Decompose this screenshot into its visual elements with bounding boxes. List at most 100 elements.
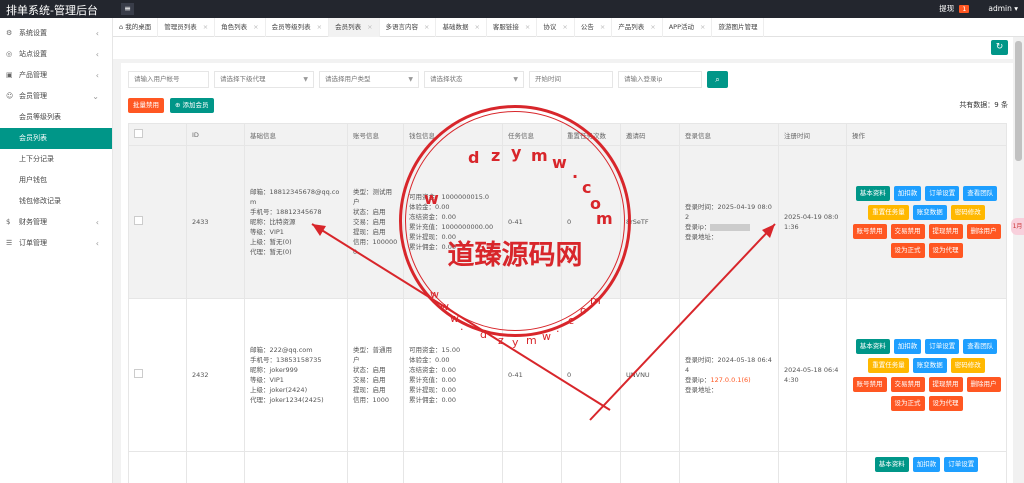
delete-user-button[interactable]: 删除用户 <box>966 224 1001 239</box>
adjust-balance-button[interactable]: 加扣款 <box>912 457 941 472</box>
tab-basic-data[interactable]: 基础数据 × <box>436 18 487 37</box>
close-icon[interactable]: × <box>367 23 372 31</box>
close-icon[interactable]: × <box>650 23 655 31</box>
seal-letter: w <box>440 300 449 313</box>
tab-app-activity[interactable]: APP活动 × <box>663 18 713 37</box>
tab-label: 角色列表 <box>221 23 248 31</box>
close-icon[interactable]: × <box>700 23 705 31</box>
change-password-button[interactable]: 密码修改 <box>950 358 985 373</box>
tab-member-list[interactable]: 会员列表 × <box>329 18 380 37</box>
order-settings-button[interactable]: 订单设置 <box>925 339 960 354</box>
basic-info-button[interactable]: 基本资料 <box>874 457 909 472</box>
sidebar-item-order[interactable]: ☰ 订单管理 ‹ <box>0 233 112 254</box>
order-settings-button[interactable]: 订单设置 <box>925 186 960 201</box>
disable-withdraw-button[interactable]: 提现禁用 <box>928 377 963 392</box>
hamburger-icon[interactable]: ≡ <box>121 3 134 15</box>
close-icon[interactable]: × <box>317 23 322 31</box>
tab-notice[interactable]: 公告 × <box>575 18 613 37</box>
credit-line: 信用：1000000 <box>353 238 398 256</box>
tab-admin-list[interactable]: 管理员列表 × <box>158 18 216 37</box>
login-ip-label: 登录ip： <box>685 223 711 231</box>
close-icon[interactable]: × <box>424 23 429 31</box>
change-password-button[interactable]: 密码修改 <box>950 205 985 220</box>
tab-desktop[interactable]: ⌂ 我的桌面 <box>113 18 159 37</box>
view-team-button[interactable]: 查看团队 <box>963 186 998 201</box>
account-changes-button[interactable]: 账变数据 <box>912 358 947 373</box>
filter-bar: 请输入用户帐号 请选择下级代理 ▼ 请选择用户类型 ▼ 请选择状态 ▼ 开始时间 请输… <box>128 71 728 88</box>
trade-line: 交易：启用 <box>353 218 386 226</box>
tab-multilang[interactable]: 多语言内容 × <box>380 18 437 37</box>
tab-travel-images[interactable]: 旅游图片管理 <box>712 18 765 37</box>
adjust-balance-button[interactable]: 加扣款 <box>893 186 922 201</box>
chevron-down-icon: ▼ <box>303 76 308 83</box>
account-input[interactable]: 请输入用户帐号 <box>128 71 209 88</box>
disable-trade-button[interactable]: 交易禁用 <box>890 224 925 239</box>
set-test-button[interactable]: 设为正式 <box>890 396 925 411</box>
login-ip-input[interactable]: 请输入登录ip <box>618 71 702 88</box>
add-member-button[interactable]: ⊕ 添加会员 <box>170 98 214 113</box>
close-icon[interactable]: × <box>562 23 567 31</box>
select-all-checkbox[interactable] <box>134 129 143 138</box>
disable-account-button[interactable]: 账号禁用 <box>852 377 887 392</box>
batch-disable-button[interactable]: 批量禁用 <box>128 98 164 113</box>
disable-account-button[interactable]: 账号禁用 <box>852 224 887 239</box>
close-icon[interactable]: × <box>253 23 258 31</box>
page-scrollbar[interactable] <box>1013 37 1024 483</box>
set-agent-button[interactable]: 设为代理 <box>928 396 963 411</box>
disable-withdraw-button[interactable]: 提现禁用 <box>928 224 963 239</box>
sidebar-sub-wallet[interactable]: 用户钱包 <box>0 170 112 191</box>
user-menu[interactable]: admin ▾ <box>988 4 1018 13</box>
side-floating-tab[interactable]: 1月 <box>1011 218 1024 235</box>
close-icon[interactable]: × <box>600 23 605 31</box>
delete-user-button[interactable]: 删除用户 <box>966 377 1001 392</box>
refresh-icon[interactable]: ↻ <box>991 40 1008 55</box>
row-checkbox[interactable] <box>134 369 143 378</box>
agent-select[interactable]: 请选择下级代理 ▼ <box>214 71 314 88</box>
tab-product-list[interactable]: 产品列表 × <box>612 18 663 37</box>
row-select-cell[interactable] <box>128 145 187 299</box>
close-icon[interactable]: × <box>474 23 479 31</box>
status-line: 状态：启用 <box>353 366 386 374</box>
nickname-line: 昵称：比特资源 <box>250 218 296 226</box>
start-time-input[interactable]: 开始时间 <box>529 71 613 88</box>
select-all-cell[interactable] <box>128 123 187 146</box>
sidebar-item-site[interactable]: ◎ 站点设置 ‹ <box>0 44 112 65</box>
sidebar-item-system[interactable]: ⚙ 系统设置 ‹ <box>0 23 112 44</box>
close-icon[interactable]: × <box>203 23 208 31</box>
account-changes-button[interactable]: 账变数据 <box>912 205 947 220</box>
set-agent-button[interactable]: 设为代理 <box>928 243 963 258</box>
login-ip-label: 登录ip： <box>685 376 711 384</box>
close-icon[interactable]: × <box>525 23 530 31</box>
status-select[interactable]: 请选择状态 ▼ <box>424 71 524 88</box>
user-type-select[interactable]: 请选择用户类型 ▼ <box>319 71 419 88</box>
basic-info-button[interactable]: 基本资料 <box>855 186 890 201</box>
basic-info-button[interactable]: 基本资料 <box>855 339 890 354</box>
order-settings-button[interactable]: 订单设置 <box>944 457 979 472</box>
reset-tasks-button[interactable]: 重置任务量 <box>868 358 909 373</box>
row-select-cell[interactable] <box>128 298 187 452</box>
sidebar-sub-score-records[interactable]: 上下分记录 <box>0 149 112 170</box>
search-button[interactable]: ⌕ <box>707 71 728 88</box>
scrollbar-thumb[interactable] <box>1015 41 1022 161</box>
sidebar-sub-member-level[interactable]: 会员等级列表 <box>0 107 112 128</box>
sidebar-sub-member-list[interactable]: 会员列表 <box>0 128 112 149</box>
view-team-button[interactable]: 查看团队 <box>963 339 998 354</box>
cash-link[interactable]: 提现 <box>939 3 954 14</box>
row-checkbox[interactable] <box>134 216 143 225</box>
account-info-cell: 类型：普通用户 状态：启用 交易：启用 提现：启用 信用：1000 <box>347 298 404 452</box>
disable-trade-button[interactable]: 交易禁用 <box>890 377 925 392</box>
sidebar-item-member[interactable]: ☺ 会员管理 ⌄ <box>0 86 112 107</box>
tab-role-list[interactable]: 角色列表 × <box>215 18 266 37</box>
app-title: 排单系统-管理后台 <box>6 4 98 17</box>
tab-agreement[interactable]: 协议 × <box>537 18 575 37</box>
row-select-cell[interactable] <box>128 451 187 483</box>
sidebar-sub-wallet-records[interactable]: 钱包修改记录 <box>0 191 112 212</box>
adjust-balance-button[interactable]: 加扣款 <box>893 339 922 354</box>
sidebar-item-product[interactable]: ▣ 产品管理 ‹ <box>0 65 112 86</box>
sidebar-item-finance[interactable]: $ 财务管理 ‹ <box>0 212 112 233</box>
table-row[interactable]: 基本资料 加扣款 订单设置 <box>128 451 1007 483</box>
tab-member-level[interactable]: 会员等级列表 × <box>266 18 330 37</box>
tab-service-link[interactable]: 客服链接 × <box>487 18 538 37</box>
set-formal-button[interactable]: 设为正式 <box>890 243 925 258</box>
reset-tasks-button[interactable]: 重置任务量 <box>868 205 909 220</box>
